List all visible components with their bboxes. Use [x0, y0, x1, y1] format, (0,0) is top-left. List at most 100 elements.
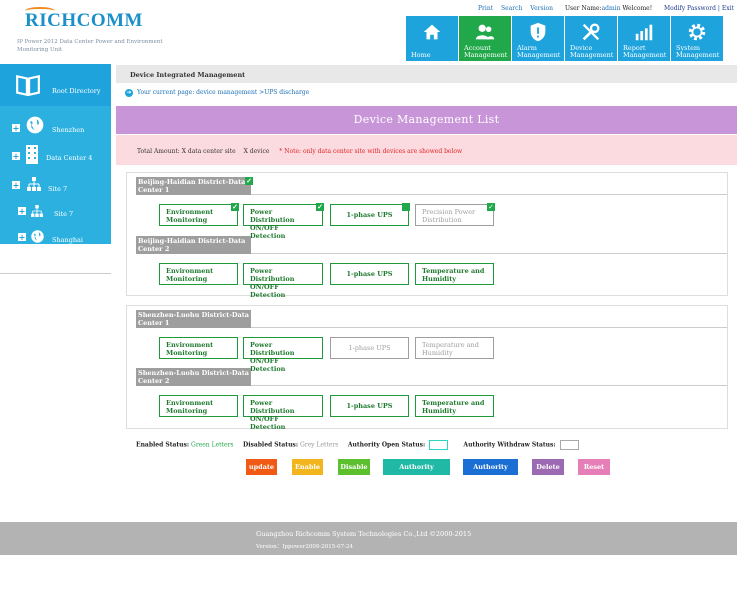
device-label: Environment Monitoring: [166, 399, 214, 415]
open-label: Authority Open Status:: [347, 441, 426, 449]
device-label: 1-phase UPS: [346, 270, 393, 278]
nav-label: System Management: [676, 44, 720, 59]
sidebar-item-label: Site 7: [54, 210, 74, 218]
sidebar-item-shenzhen[interactable]: + Shenzhen: [0, 112, 111, 140]
user-name: admin: [601, 5, 621, 12]
total-devices: X device: [243, 148, 270, 155]
device-label: Environment Monitoring: [166, 208, 214, 224]
welcome-text: Welcome!: [622, 5, 653, 12]
book-icon: [16, 74, 40, 97]
device-card[interactable]: Temperature and Humidity: [415, 395, 494, 417]
device-card[interactable]: Environment Monitoring: [159, 337, 238, 359]
device-card[interactable]: 1-phase UPS: [330, 203, 410, 226]
enabled-value: Green Letters: [191, 441, 234, 449]
reset-button[interactable]: Reset: [578, 459, 610, 475]
nav-device-management[interactable]: Device Management: [565, 16, 617, 61]
device-card[interactable]: Power Distribution ON/OFF Detection ✓: [243, 203, 324, 240]
modify-password-link[interactable]: Modify Password: [664, 5, 716, 12]
print-link[interactable]: Print: [478, 5, 493, 12]
device-card[interactable]: Environment Monitoring: [159, 263, 238, 285]
sidebar-item-label: Site 7: [48, 185, 68, 193]
version-link[interactable]: Version: [530, 5, 553, 12]
authority-withdraw-button[interactable]: Authority Withdraw: [383, 459, 450, 487]
sidebar-item-label: Shanghai: [52, 236, 84, 244]
logo: RICHCOMM: [25, 7, 143, 32]
device-label: Temperature and Humidity: [422, 399, 485, 415]
device-label: Environment Monitoring: [166, 341, 214, 357]
open-swatch: [429, 440, 449, 450]
nav-label: Alarm Management: [517, 44, 561, 59]
expand-icon[interactable]: +: [18, 233, 26, 241]
sidebar-root[interactable]: Root Directory: [0, 64, 111, 106]
list-title: Device Management List: [116, 106, 737, 134]
separator: |: [717, 5, 720, 12]
device-card[interactable]: 1-phase UPS: [330, 263, 409, 285]
check-icon[interactable]: ✓: [245, 177, 253, 185]
device-label: 1-phase UPS: [348, 344, 391, 352]
expand-icon[interactable]: +: [12, 152, 20, 160]
network-icon: [31, 205, 43, 217]
check-icon[interactable]: ✓: [231, 203, 239, 211]
device-card[interactable]: 1-phase UPS: [330, 337, 409, 359]
enable-button[interactable]: Enable: [292, 459, 323, 475]
delete-button[interactable]: Delete: [532, 459, 564, 475]
device-card[interactable]: Temperature and Humidity: [415, 337, 494, 359]
device-card[interactable]: Power Distribution ON/OFF Detection: [243, 337, 323, 373]
device-card[interactable]: Power Distribution ON/OFF Detection: [243, 263, 323, 299]
authority-open-button[interactable]: Authority Open: [463, 459, 518, 487]
device-card[interactable]: 1-phase UPS: [330, 395, 409, 417]
device-card[interactable]: Environment Monitoring ✓: [159, 203, 239, 226]
sidebar-root-label: Root Directory: [52, 87, 101, 95]
user-info: User Name:admin Welcome!: [565, 5, 652, 12]
gear-icon: [688, 23, 706, 41]
nav-home[interactable]: Home: [406, 16, 458, 61]
device-label: Temperature and Humidity: [422, 267, 485, 283]
sidebar-item-data-center-4[interactable]: + Data Center 4: [0, 142, 111, 170]
update-button[interactable]: update: [246, 459, 277, 475]
check-icon[interactable]: [402, 203, 410, 211]
footer-version: Version：Ippower2009-2015-07-24: [256, 544, 353, 550]
device-card[interactable]: Environment Monitoring: [159, 395, 238, 417]
search-link[interactable]: Search: [501, 5, 522, 12]
globe-icon: [26, 116, 44, 134]
check-icon[interactable]: ✓: [487, 203, 495, 211]
device-card[interactable]: Precision Power Distribution ✓: [415, 203, 495, 226]
nav-account-management[interactable]: Account Management: [459, 16, 511, 61]
site-header[interactable]: Shenzhen-Luohu District-Data Center 2: [136, 368, 251, 386]
expand-icon[interactable]: +: [12, 181, 20, 189]
disable-button[interactable]: Disable: [338, 459, 370, 475]
expand-icon[interactable]: +: [12, 124, 20, 132]
sidebar-bottom: [0, 244, 111, 274]
nav-report-management[interactable]: Report Management: [618, 16, 670, 61]
site-header[interactable]: Beijing-Haidian District-Data Center 1 ✓: [136, 177, 253, 195]
total-bar: Total Amount: X data center site X devic…: [116, 135, 737, 165]
sidebar-item-shanghai[interactable]: + Shanghai: [0, 226, 111, 244]
breadcrumb-text: Your current page: device management >UP…: [137, 89, 310, 96]
device-card[interactable]: Temperature and Humidity: [415, 263, 494, 285]
total-label: Total Amount:: [137, 148, 180, 155]
enabled-label: Enabled Status:: [136, 441, 190, 449]
nav-alarm-management[interactable]: Alarm Management: [512, 16, 564, 61]
nav-label: Account Management: [464, 45, 511, 59]
sidebar-item-site-7-child[interactable]: + Site 7: [0, 200, 111, 222]
expand-icon[interactable]: +: [18, 207, 26, 215]
chart-icon: [635, 24, 653, 41]
tagline: IP Power 2012 Data Center Power and Envi…: [17, 39, 163, 53]
divider: [251, 253, 727, 254]
sidebar-item-site-7[interactable]: + Site 7: [0, 172, 111, 198]
shield-alarm-icon: [530, 22, 546, 42]
device-card[interactable]: Power Distribution ON/OFF Detection: [243, 395, 323, 431]
withdraw-label: Authority Withdraw Status:: [463, 441, 556, 449]
site-header[interactable]: Shenzhen-Luohu District-Data Center 1: [136, 310, 251, 328]
check-icon[interactable]: ✓: [316, 203, 324, 211]
site-header[interactable]: Beijing-Haidian District-Data Center 2: [136, 236, 251, 254]
main-nav: Home Account Management Alarm Management…: [406, 16, 723, 61]
footer: Guangzhou Richcomm System Technologies C…: [0, 522, 737, 555]
logo-swoosh: [25, 7, 55, 15]
disabled-value: Grey Letters: [299, 441, 339, 449]
nav-label: Report Management: [623, 44, 667, 59]
exit-link[interactable]: Exit: [722, 5, 734, 12]
nav-label-text: Account Management: [464, 44, 508, 59]
nav-system-management[interactable]: System Management: [671, 16, 723, 61]
divider: [251, 385, 727, 386]
